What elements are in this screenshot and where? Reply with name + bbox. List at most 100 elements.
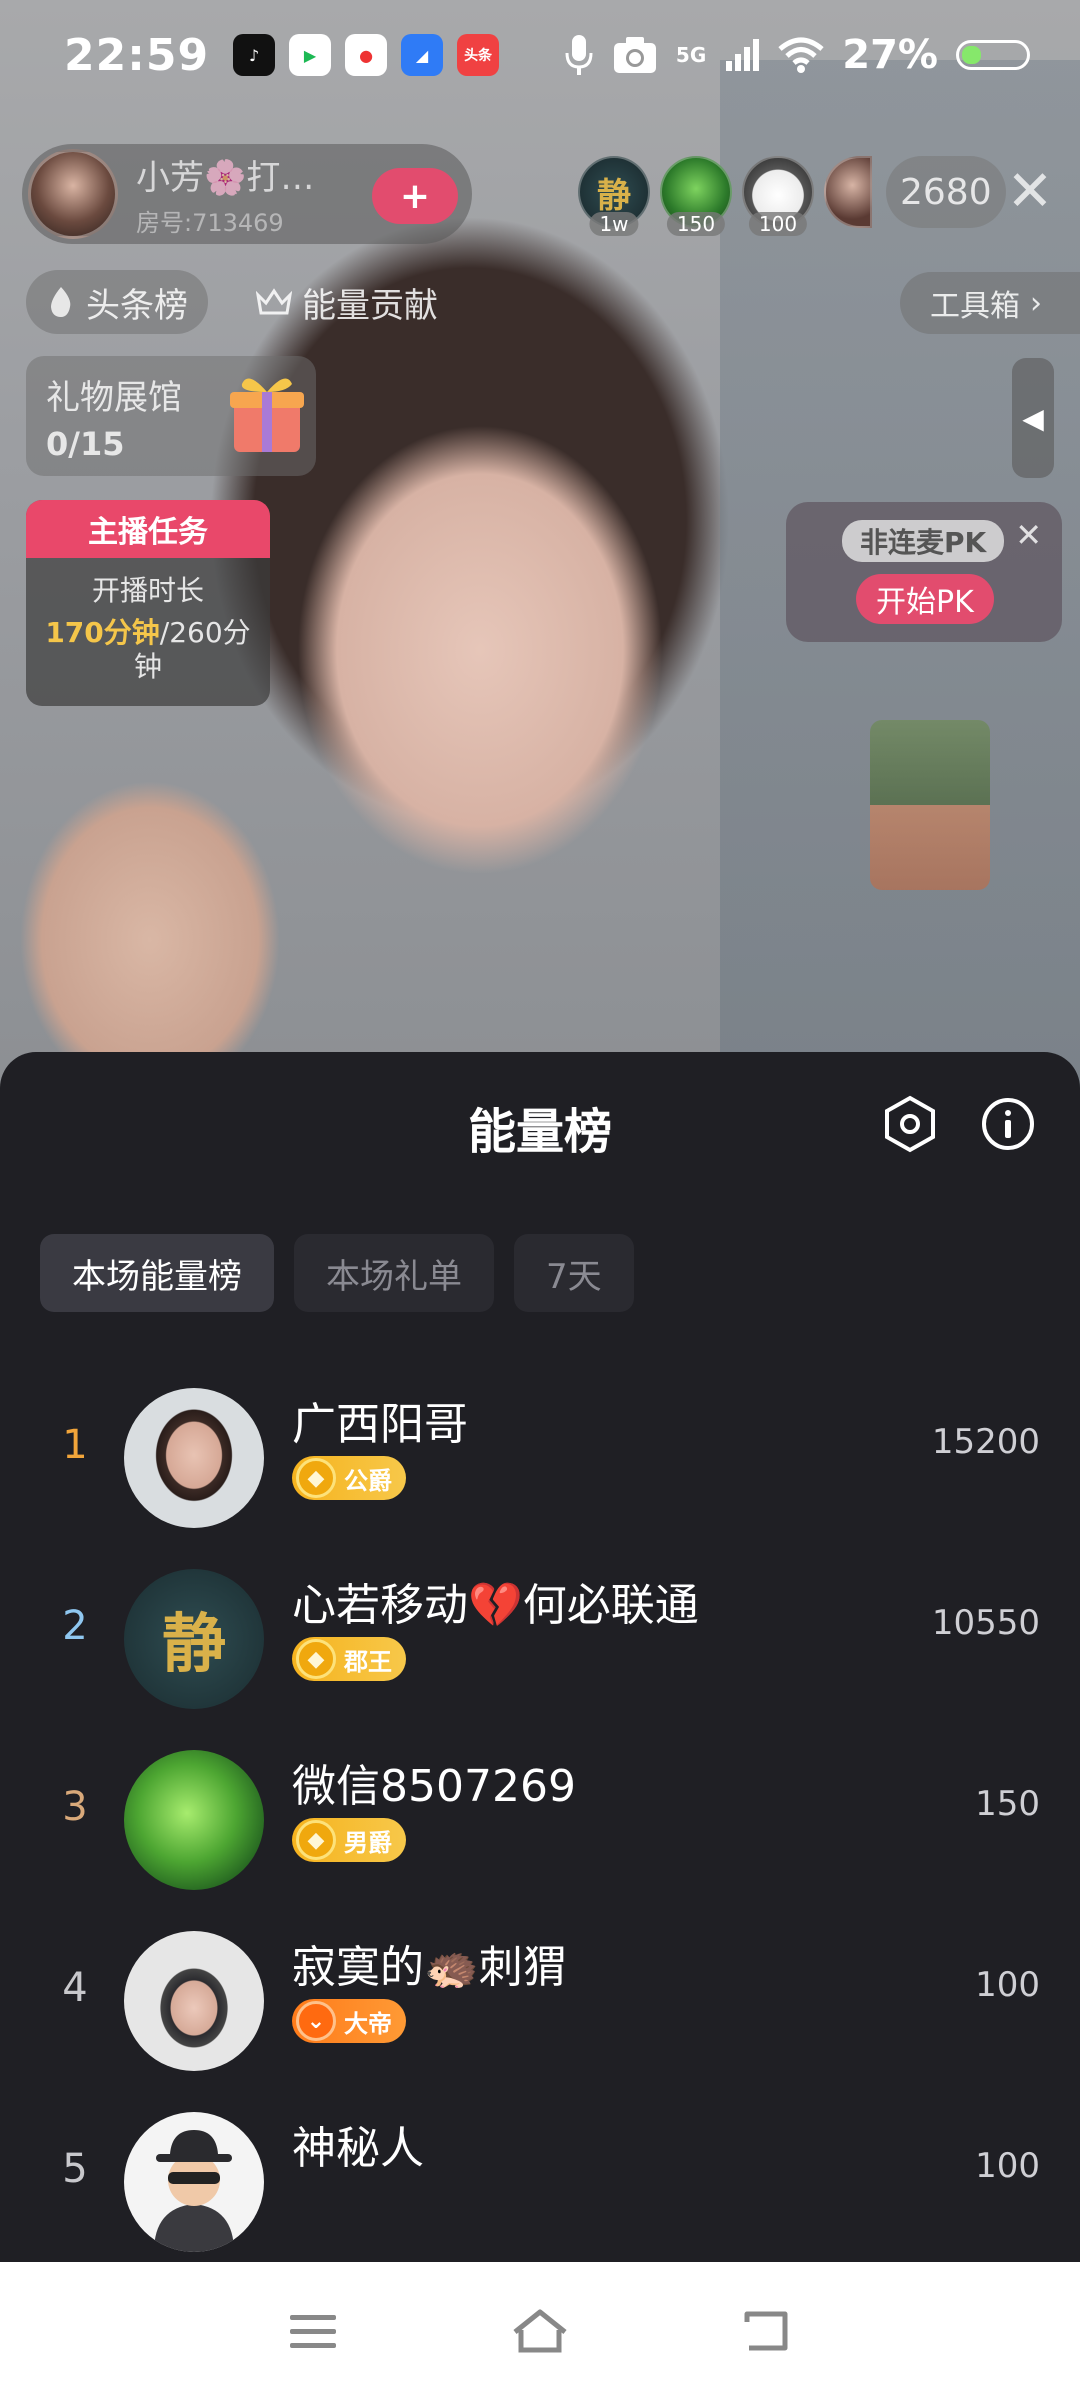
user-name: 寂寞的🦔刺猬 <box>292 1942 567 1993</box>
signal-icon <box>726 39 760 71</box>
level-badge-label: 公爵 <box>344 1466 392 1495</box>
user-name: 心若移动💔何必联通 <box>292 1580 699 1631</box>
energy-score: 100 <box>975 1965 1040 2005</box>
diamond-icon: ◆ <box>296 1458 336 1498</box>
close-icon[interactable]: ✕ <box>1002 164 1058 220</box>
energy-contribution-label: 能量贡献 <box>302 285 438 326</box>
rank-list: 1 广西阳哥 ◆ 公爵 15200 2 静 心若移动💔何必联通 ◆ 郡王 10550… <box>0 1368 1080 2273</box>
top-viewers: 静 1w 150 100 2680 <box>578 156 1006 236</box>
user-name: 微信8507269 <box>292 1761 576 1812</box>
task-line-label: 开播时长 <box>91 574 204 607</box>
host-task-card[interactable]: 主播任务 开播时长 170分钟/260分 钟 <box>26 500 270 706</box>
back-button[interactable] <box>737 2301 797 2361</box>
mystery-person-avatar[interactable] <box>124 2112 264 2252</box>
home-icon <box>513 2309 567 2353</box>
energy-rank-sheet: 能量榜 本场能量榜 本场礼单 7天 1 广西阳哥 ◆ 公爵 15200 2 静 心… <box>0 1052 1080 2262</box>
toolbox-button[interactable]: 工具箱 › <box>900 272 1080 334</box>
side-panel-toggle[interactable]: ◀ <box>1012 358 1054 478</box>
rank-tabs: 本场能量榜 本场礼单 7天 <box>40 1234 634 1312</box>
viewer-avatar[interactable]: 150 <box>660 156 732 236</box>
toolbox-label: 工具箱 <box>930 289 1020 324</box>
wifi-icon <box>778 37 824 73</box>
viewer-score-badge: 150 <box>666 212 726 236</box>
rank-number: 3 <box>62 1784 88 1830</box>
avatar[interactable]: 静 <box>124 1569 264 1709</box>
camera-icon <box>613 37 656 73</box>
tiktok-icon: ♪ <box>233 34 276 76</box>
rank-number: 2 <box>62 1603 88 1649</box>
energy-contribution-chip[interactable]: 能量贡献 <box>236 270 458 334</box>
host-task-title: 主播任务 <box>26 500 270 558</box>
gift-hall-card[interactable]: 礼物展馆 0/15 <box>26 356 316 476</box>
level-badge-label: 男爵 <box>344 1828 392 1857</box>
rank-number: 5 <box>62 2146 88 2192</box>
energy-score: 150 <box>975 1784 1040 1824</box>
level-badge: ◆ 公爵 <box>292 1456 406 1500</box>
host-avatar[interactable] <box>28 149 118 239</box>
chevron-right-icon: › <box>1030 285 1042 321</box>
close-icon[interactable]: ✕ <box>1015 516 1042 554</box>
task-total: /260分 <box>159 616 251 649</box>
settings-hexagon-icon[interactable] <box>880 1094 940 1154</box>
viewer-avatar[interactable]: 静 1w <box>578 156 650 236</box>
table-row[interactable]: 4 寂寞的🦔刺猬 ⌄ 大帝 100 <box>0 1911 1080 2092</box>
pk-title: 非连麦PK <box>842 520 1005 562</box>
room-number: 房号:713469 <box>136 209 284 237</box>
avatar[interactable] <box>124 1388 264 1528</box>
network-5g-label: 5G <box>675 43 707 67</box>
system-nav-bar <box>0 2262 1080 2400</box>
toutiao-icon: 头条 <box>457 34 500 76</box>
tab-current-gifts[interactable]: 本场礼单 <box>294 1234 494 1312</box>
pk-card: 非连麦PK ✕ 开始PK <box>786 502 1062 642</box>
task-progress: 170分钟 <box>45 616 160 649</box>
follow-heart-button[interactable]: + <box>372 168 458 224</box>
flame-icon <box>51 287 71 317</box>
host-info-pill[interactable]: 小芳🌸打… 房号:713469 + <box>22 144 472 244</box>
energy-score: 15200 <box>931 1422 1040 1462</box>
chevron-down-icon: ⌄ <box>296 2001 336 2041</box>
diamond-icon: ◆ <box>296 1639 336 1679</box>
start-pk-button[interactable]: 开始PK <box>856 574 994 624</box>
level-badge-label: 郡王 <box>344 1647 392 1676</box>
headlines-rank-chip[interactable]: 头条榜 <box>26 270 208 334</box>
gift-box-icon <box>230 378 304 452</box>
battery-icon <box>956 40 1030 70</box>
viewer-avatar[interactable] <box>824 156 872 228</box>
menu-button[interactable] <box>283 2301 343 2361</box>
viewer-count[interactable]: 2680 <box>886 156 1006 228</box>
menu-icon <box>290 2315 337 2348</box>
viewer-avatar-glyph: 静 <box>597 176 631 216</box>
back-icon <box>744 2311 788 2351</box>
energy-score: 10550 <box>931 1603 1040 1643</box>
host-name: 小芳🌸打… <box>136 158 315 198</box>
viewer-avatar[interactable]: 100 <box>742 156 814 236</box>
table-row[interactable]: 3 微信8507269 ◆ 男爵 150 <box>0 1730 1080 1911</box>
level-badge-label: 大帝 <box>344 2009 392 2038</box>
table-row[interactable]: 2 静 心若移动💔何必联通 ◆ 郡王 10550 <box>0 1549 1080 1730</box>
status-bar: 22:59 ♪ ▶ ● ◢ 头条 5G 27% <box>0 0 1080 110</box>
level-badge: ◆ 郡王 <box>292 1637 406 1681</box>
mic-icon <box>565 35 593 75</box>
rank-number: 1 <box>62 1422 88 1468</box>
energy-score: 100 <box>975 2146 1040 2186</box>
user-name: 广西阳哥 <box>292 1399 468 1450</box>
level-badge: ⌄ 大帝 <box>292 1999 406 2043</box>
files-app-icon: ◢ <box>401 34 444 76</box>
mystery-person-icon <box>154 2130 234 2252</box>
tab-current-energy[interactable]: 本场能量榜 <box>40 1234 274 1312</box>
user-name: 神秘人 <box>292 2123 424 2174</box>
avatar[interactable] <box>124 1750 264 1890</box>
crown-icon <box>256 288 292 315</box>
viewer-score-badge: 1w <box>589 212 639 236</box>
clock: 22:59 <box>64 29 210 81</box>
table-row[interactable]: 1 广西阳哥 ◆ 公爵 15200 <box>0 1368 1080 1549</box>
viewer-score-badge: 100 <box>748 212 808 236</box>
info-icon[interactable] <box>978 1094 1038 1154</box>
battery-percent: 27% <box>842 32 938 78</box>
headlines-rank-label: 头条榜 <box>86 285 188 326</box>
rank-number: 4 <box>62 1965 88 2011</box>
tab-7-days[interactable]: 7天 <box>514 1234 634 1312</box>
home-button[interactable] <box>510 2301 570 2361</box>
avatar[interactable] <box>124 1931 264 2071</box>
table-row[interactable]: 5 神秘人 100 <box>0 2092 1080 2273</box>
